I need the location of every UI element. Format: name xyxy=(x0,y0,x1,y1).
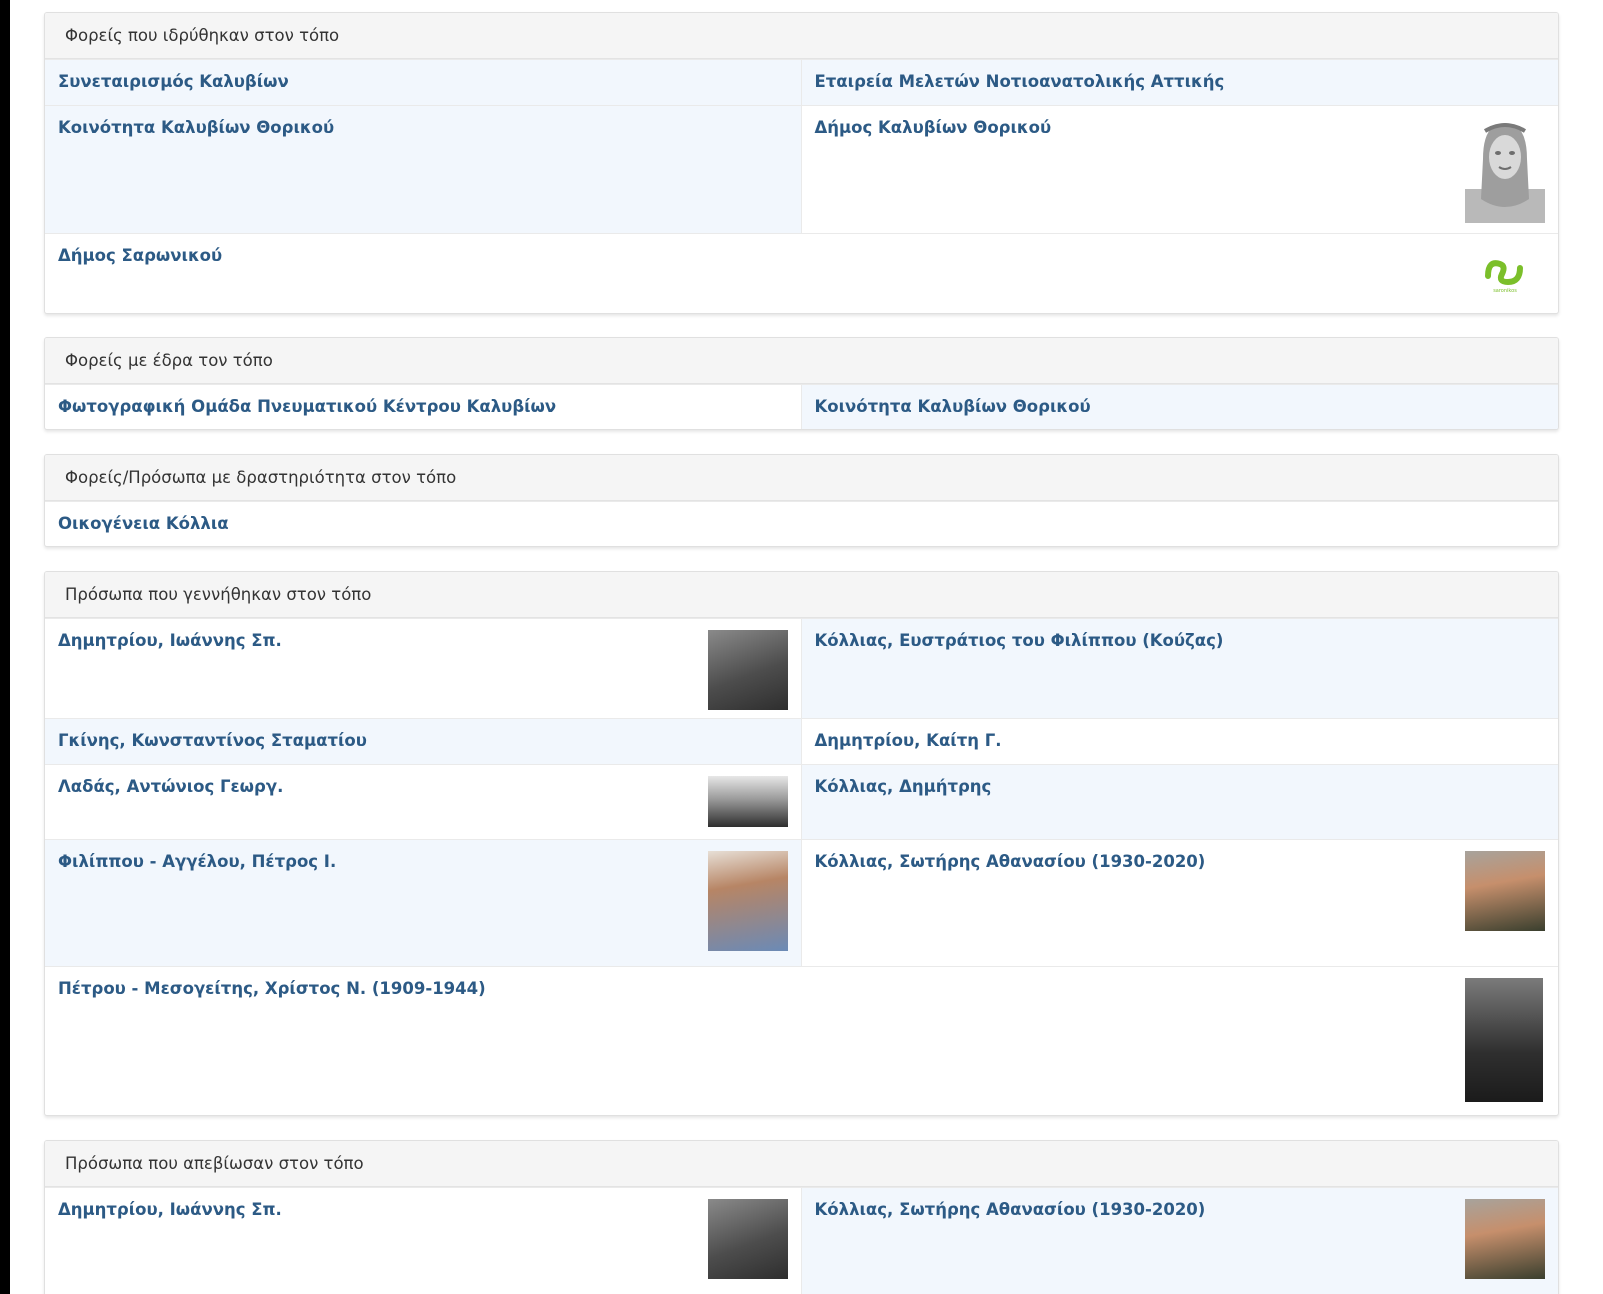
person-link[interactable]: Δημητρίου, Ιωάννης Σπ. xyxy=(58,1198,788,1222)
panel-heading: Φορείς/Πρόσωπα με δραστηριότητα στον τόπ… xyxy=(45,455,1558,501)
entity-link[interactable]: Δήμος Σαρωνικού xyxy=(58,244,1545,268)
entity-link[interactable]: Φωτογραφική Ομάδα Πνευματικού Κέντρου Κα… xyxy=(58,395,788,419)
table-row: Οικογένεια Κόλλια xyxy=(45,501,1558,546)
list-item: Φωτογραφική Ομάδα Πνευματικού Κέντρου Κα… xyxy=(45,385,802,429)
person-link[interactable]: Λαδάς, Αντώνιος Γεωργ. xyxy=(58,775,788,799)
person-link[interactable]: Κόλλιας, Σωτήρης Αθανασίου (1930-2020) xyxy=(815,850,1546,874)
panel-heading: Πρόσωπα που γεννήθηκαν στον τόπο xyxy=(45,572,1558,618)
list-item: Δήμος Καλυβίων Θορικού xyxy=(801,106,1558,233)
page: Φορείς που ιδρύθηκαν στον τόπο Συνεταιρι… xyxy=(10,0,1603,1294)
entity-link[interactable]: Κοινότητα Καλυβίων Θορικού xyxy=(815,395,1546,419)
table-row: Δημητρίου, Ιωάννης Σπ. Κόλλιας, Σωτήρης … xyxy=(45,1187,1558,1294)
kouros-icon xyxy=(1465,123,1545,223)
entity-link[interactable]: Εταιρεία Μελετών Νοτιοανατολικής Αττικής xyxy=(815,70,1546,94)
person-link[interactable]: Κόλλιας, Ευστράτιος του Φιλίππου (Κούζας… xyxy=(815,629,1546,653)
panel-heading: Φορείς που ιδρύθηκαν στον τόπο xyxy=(45,13,1558,59)
list-item: Κοινότητα Καλυβίων Θορικού xyxy=(801,385,1558,429)
entity-link[interactable]: Κοινότητα Καλυβίων Θορικού xyxy=(58,116,788,140)
saronikos-logo-text: saronikos xyxy=(1493,288,1517,294)
kouros-logo-image[interactable] xyxy=(1465,119,1545,223)
list-item: Οικογένεια Κόλλια xyxy=(45,502,1558,546)
person-photo[interactable] xyxy=(1465,978,1543,1102)
table-row: Συνεταιρισμός Καλυβίων Εταιρεία Μελετών … xyxy=(45,59,1558,105)
list-item: Δημητρίου, Ιωάννης Σπ. xyxy=(45,619,802,718)
person-link[interactable]: Κόλλιας, Δημήτρης xyxy=(815,775,1546,799)
list-item: Πέτρου - Μεσογείτης, Χρίστος Ν. (1909-19… xyxy=(45,967,1558,1115)
panel-seated-entities: Φορείς με έδρα τον τόπο Φωτογραφική Ομάδ… xyxy=(44,337,1559,430)
person-photo[interactable] xyxy=(707,851,788,951)
table-row: Πέτρου - Μεσογείτης, Χρίστος Ν. (1909-19… xyxy=(45,966,1558,1115)
person-link[interactable]: Γκίνης, Κωνσταντίνος Σταματίου xyxy=(58,729,788,753)
list-item: Γκίνης, Κωνσταντίνος Σταματίου xyxy=(45,719,802,764)
list-item: Συνεταιρισμός Καλυβίων xyxy=(45,60,802,105)
person-photo[interactable] xyxy=(707,776,788,827)
saronikos-logo-icon: saronikos xyxy=(1485,260,1523,294)
panel-active-entities: Φορείς/Πρόσωπα με δραστηριότητα στον τόπ… xyxy=(44,454,1559,547)
person-photo[interactable] xyxy=(1465,851,1545,931)
list-item: Φιλίππου - Αγγέλου, Πέτρος Ι. xyxy=(45,840,802,966)
table-row: Λαδάς, Αντώνιος Γεωργ. Κόλλιας, Δημήτρης xyxy=(45,764,1558,839)
list-item: Κοινότητα Καλυβίων Θορικού xyxy=(45,106,802,233)
table-row: Κοινότητα Καλυβίων Θορικού Δήμος Καλυβίω… xyxy=(45,105,1558,233)
person-link[interactable]: Δημητρίου, Καίτη Γ. xyxy=(815,729,1546,753)
panel-heading: Πρόσωπα που απεβίωσαν στον τόπο xyxy=(45,1141,1558,1187)
list-item: Κόλλιας, Δημήτρης xyxy=(802,765,1559,839)
list-item: Δήμος Σαρωνικού saronikos xyxy=(45,234,1558,313)
panel-founded-entities: Φορείς που ιδρύθηκαν στον τόπο Συνεταιρι… xyxy=(44,12,1559,314)
person-photo[interactable] xyxy=(707,1199,788,1279)
person-link[interactable]: Κόλλιας, Σωτήρης Αθανασίου (1930-2020) xyxy=(815,1198,1546,1222)
table-row: Φιλίππου - Αγγέλου, Πέτρος Ι. Κόλλιας, Σ… xyxy=(45,839,1558,966)
saronikos-logo[interactable]: saronikos xyxy=(1480,254,1530,294)
panel-deceased-persons: Πρόσωπα που απεβίωσαν στον τόπο Δημητρίο… xyxy=(44,1140,1559,1294)
panel-born-persons: Πρόσωπα που γεννήθηκαν στον τόπο Δημητρί… xyxy=(44,571,1559,1116)
person-photo[interactable] xyxy=(707,630,788,710)
table-row: Φωτογραφική Ομάδα Πνευματικού Κέντρου Κα… xyxy=(45,384,1558,429)
list-item: Κόλλιας, Σωτήρης Αθανασίου (1930-2020) xyxy=(801,1188,1558,1294)
entity-link[interactable]: Οικογένεια Κόλλια xyxy=(58,512,1545,536)
person-link[interactable]: Φιλίππου - Αγγέλου, Πέτρος Ι. xyxy=(58,850,788,874)
list-item: Δημητρίου, Καίτη Γ. xyxy=(802,719,1559,764)
list-item: Λαδάς, Αντώνιος Γεωργ. xyxy=(45,765,802,839)
person-link[interactable]: Πέτρου - Μεσογείτης, Χρίστος Ν. (1909-19… xyxy=(58,977,1545,1001)
list-item: Δημητρίου, Ιωάννης Σπ. xyxy=(45,1188,802,1294)
list-item: Κόλλιας, Ευστράτιος του Φιλίππου (Κούζας… xyxy=(802,619,1559,718)
entity-link[interactable]: Συνεταιρισμός Καλυβίων xyxy=(58,70,788,94)
table-row: Δημητρίου, Ιωάννης Σπ. Κόλλιας, Ευστράτι… xyxy=(45,618,1558,718)
list-item: Κόλλιας, Σωτήρης Αθανασίου (1930-2020) xyxy=(801,840,1558,966)
list-item: Εταιρεία Μελετών Νοτιοανατολικής Αττικής xyxy=(802,60,1559,105)
table-row: Δήμος Σαρωνικού saronikos xyxy=(45,233,1558,313)
entity-link[interactable]: Δήμος Καλυβίων Θορικού xyxy=(815,116,1546,140)
table-row: Γκίνης, Κωνσταντίνος Σταματίου Δημητρίου… xyxy=(45,718,1558,764)
person-link[interactable]: Δημητρίου, Ιωάννης Σπ. xyxy=(58,629,788,653)
panel-heading: Φορείς με έδρα τον τόπο xyxy=(45,338,1558,384)
person-photo[interactable] xyxy=(1465,1199,1545,1279)
